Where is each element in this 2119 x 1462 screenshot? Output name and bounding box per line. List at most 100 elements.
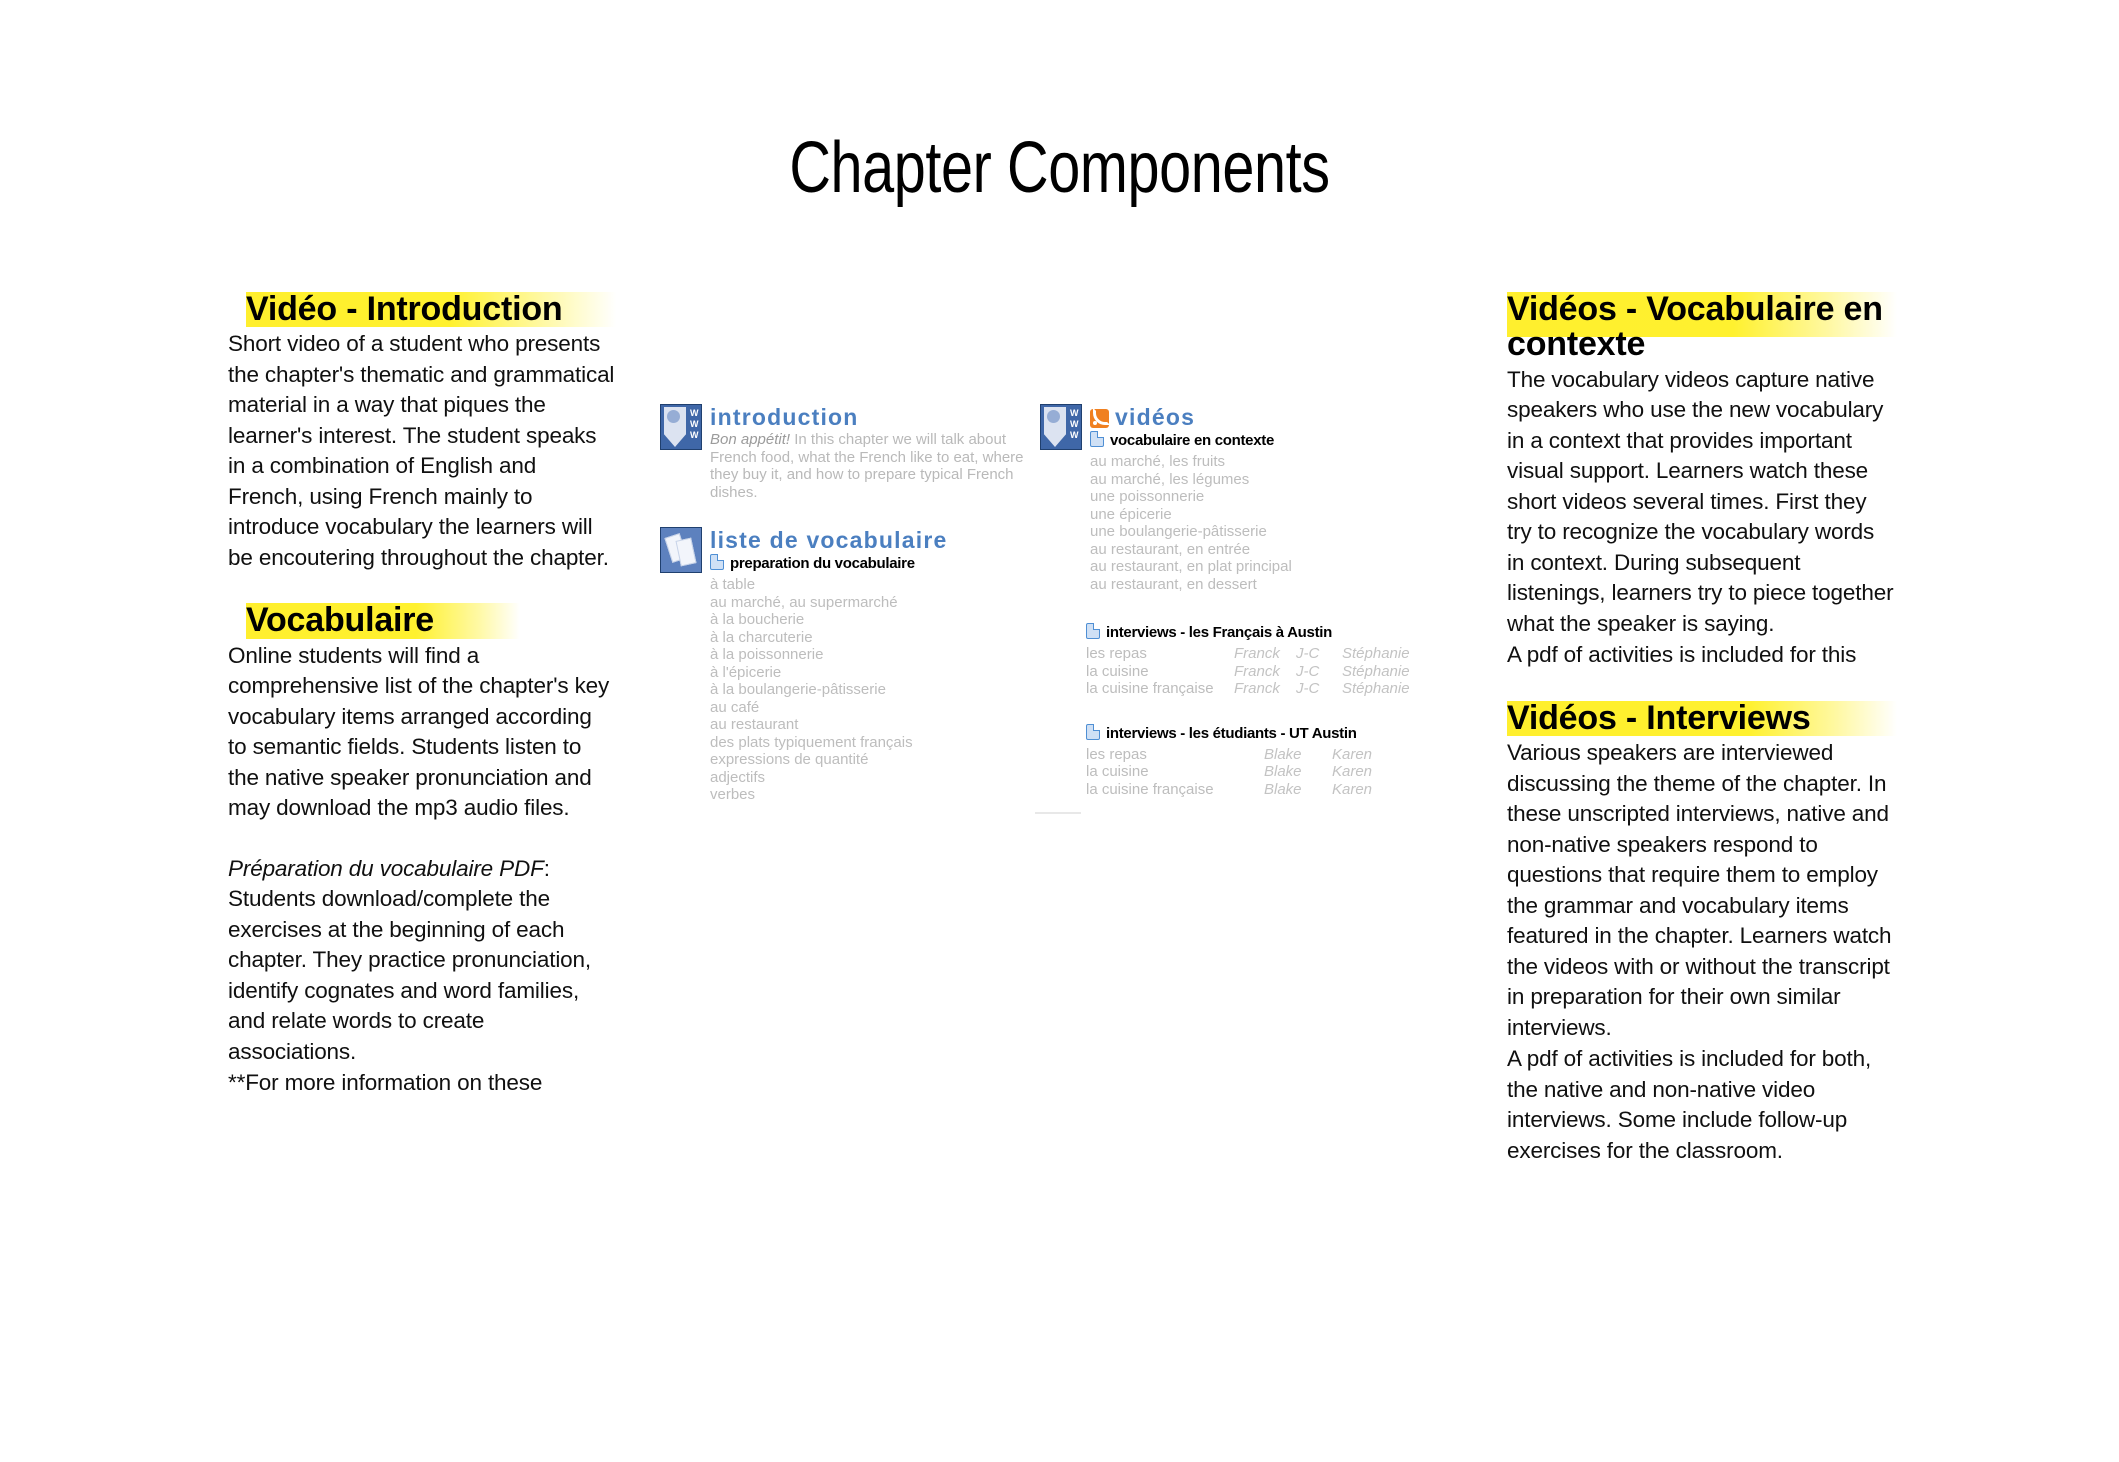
list-item: au restaurant, en dessert	[1090, 575, 1257, 593]
row-label: la cuisine française	[1086, 680, 1214, 697]
list-item: une boulangerie-pâtisserie	[1090, 523, 1267, 540]
page-icon	[1086, 623, 1100, 639]
list-item: à la boulangerie-pâtisserie	[710, 681, 886, 698]
screenshot-vocabulaire-block: liste de vocabulaire preparation du voca…	[660, 527, 1030, 804]
speaker-name[interactable]: Franck	[1234, 663, 1296, 681]
list-item: au marché, les fruits	[1090, 453, 1226, 470]
speaker-name[interactable]: Blake	[1264, 763, 1332, 781]
videos-content: vidéos vocabulaire en contexte au marché…	[1040, 404, 1410, 593]
screenshot-videos-block: WWW vidéos vocabulaire en contexte au ma…	[1040, 404, 1410, 593]
speaker-name[interactable]: J-C	[1296, 645, 1342, 663]
paragraph-preparation-pdf: Préparation du vocabulaire PDF: Students…	[228, 854, 616, 1068]
section-heading-videos-interviews: Vidéos - Interviews	[1507, 698, 1897, 737]
speaker-name[interactable]: Stéphanie	[1342, 645, 1410, 663]
screenshot-right-pane: WWW vidéos vocabulaire en contexte au ma…	[1040, 404, 1410, 798]
tag-shape-front	[675, 537, 697, 567]
course-website-screenshot: WWW introduction Bon appétit! In this ch…	[660, 404, 1410, 824]
pdf-title-italic: Préparation du vocabulaire PDF	[228, 855, 544, 881]
www-label: WWW	[690, 408, 699, 440]
speaker-name[interactable]: Franck	[1234, 645, 1296, 663]
list-item: à table	[710, 576, 756, 593]
speaker-name[interactable]: J-C	[1296, 680, 1342, 698]
screenshot-interviews-etudiants-block: interviews - les étudiants - UT Austin l…	[1040, 723, 1410, 799]
section-heading-vocabulaire: Vocabulaire	[228, 601, 616, 640]
interviews-etudiants-link[interactable]: interviews - les étudiants - UT Austin	[1086, 723, 1410, 744]
list-item: au restaurant	[710, 716, 799, 733]
interviews-francais-table: les repas Franck J-C Stéphanie la cuisine Fra…	[1086, 645, 1410, 698]
list-item: au marché, au supermarché	[710, 593, 898, 611]
videos-title-row[interactable]: vidéos	[1090, 404, 1410, 430]
list-item: au marché, les légumes	[1090, 470, 1250, 488]
paragraph-videos-vocabulaire-pdf: A pdf of activities is included for this	[1507, 642, 1857, 668]
screenshot-divider-line	[1035, 812, 1081, 814]
interviews-francais-link[interactable]: interviews - les Français à Austin	[1086, 623, 1410, 643]
speaker-name[interactable]: Franck	[1234, 680, 1296, 698]
heading-text: Vocabulaire	[246, 601, 435, 640]
introduction-lead-italic: Bon appétit!	[710, 431, 791, 448]
vocabulaire-en-contexte-label: vocabulaire en contexte	[1110, 432, 1274, 449]
speaker-name[interactable]: Stéphanie	[1342, 663, 1410, 681]
list-item: une épicerie	[1090, 505, 1172, 523]
www-label: WWW	[1070, 408, 1079, 440]
list-item: au restaurant, en plat principal	[1090, 558, 1292, 575]
speaker-name[interactable]: Karen	[1332, 763, 1410, 781]
rss-icon[interactable]	[1090, 408, 1110, 428]
row-label: les repas	[1086, 745, 1147, 763]
preparation-du-vocabulaire-link[interactable]: preparation du vocabulaire	[710, 554, 1030, 574]
introduction-title[interactable]: introduction	[710, 404, 1030, 430]
list-item: à la charcuterie	[710, 628, 813, 646]
interviews-etudiants-table: les repas Blake Karen la cuisine Blake Karen l…	[1086, 746, 1410, 799]
list-item: à la poissonnerie	[710, 646, 824, 663]
vocabulaire-content: liste de vocabulaire preparation du voca…	[660, 527, 1030, 804]
list-item: au café	[710, 698, 760, 716]
liste-de-vocabulaire-title[interactable]: liste de vocabulaire	[710, 527, 1030, 553]
www-badge-icon: WWW	[1040, 404, 1082, 450]
table-row: la cuisine française Blake Karen	[1086, 781, 1410, 799]
table-row: la cuisine Blake Karen	[1086, 763, 1410, 781]
paragraph-vocabulaire: Online students will find a comprehensiv…	[228, 642, 610, 821]
videos-title: vidéos	[1115, 404, 1196, 430]
speaker-name[interactable]: Karen	[1332, 746, 1410, 764]
figure-shape	[667, 410, 680, 423]
screenshot-introduction-block: WWW introduction Bon appétit! In this ch…	[660, 404, 1030, 501]
footnote-more-information: **For more information on these	[228, 1070, 543, 1096]
screenshot-left-pane: WWW introduction Bon appétit! In this ch…	[660, 404, 1030, 804]
speaker-name[interactable]: J-C	[1296, 663, 1342, 681]
www-badge-icon: WWW	[660, 404, 702, 450]
speaker-name[interactable]: Blake	[1264, 781, 1332, 799]
interviews-etudiants-label: interviews - les étudiants - UT Austin	[1106, 724, 1357, 742]
heading-text: Vidéo - Introduction	[246, 290, 563, 328]
figure-shape	[1047, 410, 1060, 423]
page-title: Chapter Components	[789, 128, 1330, 208]
vocabulaire-en-contexte-link[interactable]: vocabulaire en contexte	[1090, 431, 1410, 451]
section-heading-videos-vocabulaire-en-contexte: Vidéos - Vocabulaire en contexte	[1507, 291, 1897, 363]
row-label: la cuisine	[1086, 763, 1149, 780]
preparation-label: preparation du vocabulaire	[730, 555, 915, 572]
list-item: des plats typiquement français	[710, 733, 913, 751]
list-item: adjectifs	[710, 768, 766, 786]
introduction-content: introduction Bon appétit! In this chapte…	[660, 404, 1030, 501]
vocabulary-list: à table au marché, au supermarché à la bou…	[710, 576, 1030, 804]
highlight-wrapper: Vidéo - Introduction	[246, 290, 616, 328]
speaker-name[interactable]: Stéphanie	[1342, 680, 1410, 698]
page-icon	[1090, 431, 1104, 447]
introduction-description: Bon appétit! In this chapter we will tal…	[710, 431, 1030, 501]
paragraph-videos-interviews: Various speakers are interviewed discuss…	[1507, 740, 1892, 1040]
highlight-wrapper: Vocabulaire	[246, 601, 616, 640]
speaker-name[interactable]: Karen	[1332, 781, 1410, 799]
list-item: à la boucherie	[710, 611, 805, 628]
left-column: Vidéo - Introduction Short video of a st…	[228, 290, 616, 1099]
page-icon	[710, 554, 724, 570]
list-item: au restaurant, en entrée	[1090, 540, 1251, 558]
pdf-note-rest: : Students download/complete the exercis…	[228, 855, 592, 1064]
speaker-name[interactable]: Blake	[1264, 746, 1332, 764]
list-item: une poissonnerie	[1090, 488, 1205, 505]
list-item: expressions de quantité	[710, 751, 869, 768]
highlight-wrapper: Vidéos - Vocabulaire en contexte	[1507, 291, 1897, 363]
interviews-francais-label: interviews - les Français à Austin	[1106, 624, 1332, 641]
vocabulary-tag-icon	[660, 527, 702, 573]
videos-list: au marché, les fruits au marché, les légu…	[1090, 453, 1410, 593]
heading-text: Vidéos - Interviews	[1507, 698, 1811, 737]
table-row: la cuisine Franck J-C Stéphanie	[1086, 663, 1410, 681]
paragraph-videos-vocabulaire: The vocabulary videos capture native spe…	[1507, 366, 1894, 636]
